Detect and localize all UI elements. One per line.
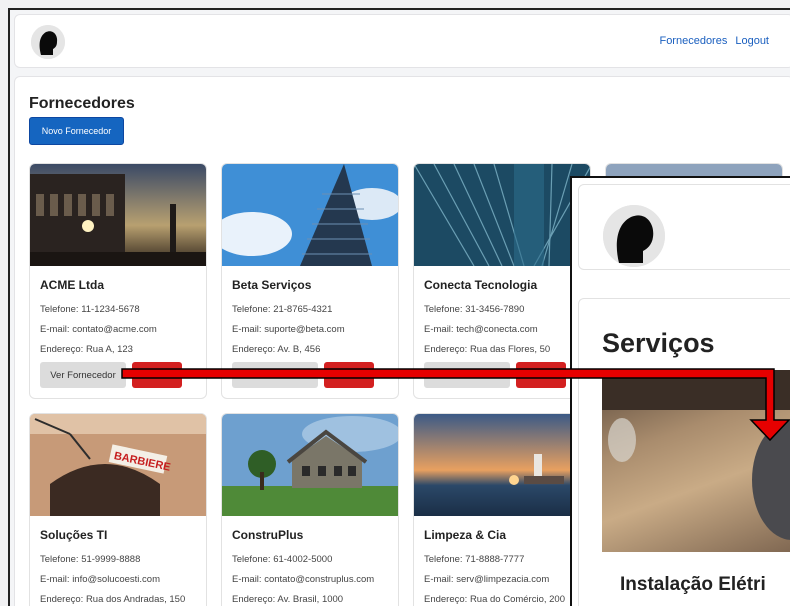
services-title: Serviços xyxy=(602,328,715,358)
supplier-name: Beta Serviços xyxy=(232,278,312,292)
supplier-email: E-mail: suporte@beta.com xyxy=(232,324,345,335)
supplier-email: E-mail: serv@limpezacia.com xyxy=(424,574,550,585)
supplier-phone: Telefone: 61-4002-5000 xyxy=(232,554,333,565)
services-navbar xyxy=(578,184,790,270)
nav-links: Fornecedores Logout xyxy=(659,35,769,47)
silhouette-icon xyxy=(603,205,665,267)
nav-link-logout[interactable]: Logout xyxy=(735,35,769,47)
supplier-name: ACME Ltda xyxy=(40,278,104,292)
supplier-name: Conecta Tecnologia xyxy=(424,278,538,292)
supplier-name: Limpeza & Cia xyxy=(424,528,507,542)
supplier-card: ACME Ltda Telefone: 11-1234-5678 E-mail:… xyxy=(29,163,207,399)
card-image xyxy=(30,164,206,266)
supplier-card: BARBIERE Soluções TI Telefone: 51-9999-8… xyxy=(29,413,207,606)
supplier-phone: Telefone: 11-1234-5678 xyxy=(40,304,140,315)
card-image: BARBIERE xyxy=(30,414,206,516)
card-image xyxy=(414,414,590,516)
card-image xyxy=(222,164,398,266)
supplier-address: Endereço: Av. Brasil, 1000 xyxy=(232,594,344,605)
view-supplier-button[interactable] xyxy=(424,362,510,388)
page-title: Fornecedores xyxy=(29,95,135,112)
new-supplier-button[interactable]: Novo Fornecedor xyxy=(29,117,124,145)
supplier-email: E-mail: info@solucoesti.com xyxy=(40,574,160,585)
supplier-card: Beta Serviços Telefone: 21-8765-4321 E-m… xyxy=(221,163,399,399)
user-avatar[interactable] xyxy=(31,25,65,59)
card-image xyxy=(414,164,590,266)
supplier-email: E-mail: tech@conecta.com xyxy=(424,324,538,335)
delete-supplier-button[interactable] xyxy=(324,362,374,388)
supplier-address: Endereço: Rua dos Andradas, 150 xyxy=(40,594,186,605)
supplier-phone: Telefone: 31-3456-7890 xyxy=(424,304,525,315)
silhouette-icon xyxy=(31,25,65,59)
service-name: Instalação Elétri xyxy=(620,574,766,595)
supplier-card: Conecta Tecnologia Telefone: 31-3456-789… xyxy=(413,163,591,399)
view-supplier-button[interactable]: Ver Fornecedor xyxy=(40,362,126,388)
supplier-name: ConstruPlus xyxy=(232,528,304,542)
view-supplier-button[interactable] xyxy=(232,362,318,388)
supplier-address: Endereço: Av. B, 456 xyxy=(232,344,321,355)
supplier-phone: Telefone: 21-8765-4321 xyxy=(232,304,333,315)
service-image xyxy=(602,370,790,552)
services-window: Serviços Instalação Elétri xyxy=(570,176,790,606)
top-navbar: Fornecedores Logout xyxy=(14,14,790,68)
supplier-card: Limpeza & Cia Telefone: 71-8888-7777 E-m… xyxy=(413,413,591,606)
card-image xyxy=(222,414,398,516)
user-avatar[interactable] xyxy=(603,205,665,267)
supplier-email: E-mail: contato@construplus.com xyxy=(232,574,375,585)
supplier-address: Endereço: Rua do Comércio, 200 xyxy=(424,594,565,605)
supplier-phone: Telefone: 51-9999-8888 xyxy=(40,554,141,565)
delete-supplier-button[interactable] xyxy=(132,362,182,388)
supplier-address: Endereço: Rua A, 123 xyxy=(40,344,133,355)
supplier-address: Endereço: Rua das Flores, 50 xyxy=(424,344,551,355)
supplier-name: Soluções TI xyxy=(40,528,108,542)
delete-supplier-button[interactable] xyxy=(516,362,566,388)
nav-link-fornecedores[interactable]: Fornecedores xyxy=(659,35,727,47)
supplier-card: ConstruPlus Telefone: 61-4002-5000 E-mai… xyxy=(221,413,399,606)
supplier-email: E-mail: contato@acme.com xyxy=(40,324,157,335)
supplier-phone: Telefone: 71-8888-7777 xyxy=(424,554,525,565)
